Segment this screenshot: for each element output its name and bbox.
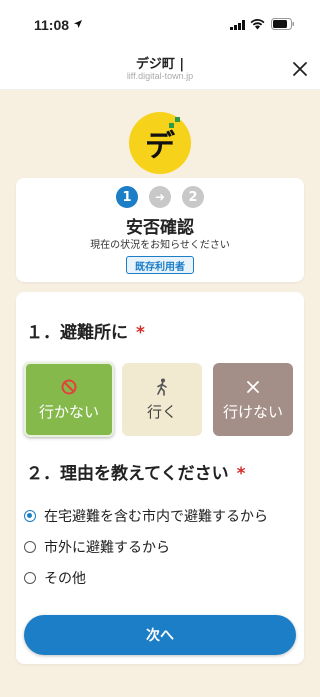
radio-label: 市外に避難するから <box>44 540 170 556</box>
radio-label: 在宅避難を含む市内で避難するから <box>44 509 268 525</box>
reason-option-other[interactable]: その他 <box>24 568 86 588</box>
radio-button[interactable] <box>24 510 36 522</box>
logo-dot <box>175 117 180 122</box>
choice-label: 行く <box>146 403 177 421</box>
status-bar: 11:08 <box>0 0 320 48</box>
nav-title: デジ町 | <box>135 57 185 72</box>
choice-cannot-go[interactable]: 行けない <box>213 363 293 436</box>
steps-card: 1 ➜ 2 安否確認 現在の状況をお知らせください 既存利用者 <box>16 178 304 282</box>
step-2-indicator: 2 <box>182 186 204 208</box>
page-title: 安否確認 <box>126 218 194 238</box>
next-button[interactable]: 次へ <box>24 615 296 655</box>
reason-option-outside-city[interactable]: 市外に避難するから <box>24 537 170 557</box>
required-mark: * <box>136 323 145 343</box>
status-time: 11:08 <box>34 17 70 33</box>
logo-dot <box>169 123 174 128</box>
reason-option-in-city[interactable]: 在宅避難を含む市内で避難するから <box>24 506 268 526</box>
app-logo: デ <box>129 112 191 174</box>
question-2-label: ２．理由を教えてください <box>26 464 229 484</box>
cellular-signal-icon <box>230 20 245 30</box>
nav-url: liff.digital-town.jp <box>126 71 194 81</box>
nav-bar: デジ町 | liff.digital-town.jp <box>0 48 320 90</box>
wifi-icon <box>250 19 265 30</box>
no-entry-icon <box>61 377 77 397</box>
step-1-indicator: 1 <box>116 186 138 208</box>
question-2-title: ２．理由を教えてください * <box>26 459 246 484</box>
step-arrow-icon: ➜ <box>149 186 171 208</box>
choice-not-going[interactable]: 行かない <box>24 362 114 437</box>
battery-icon <box>271 18 294 30</box>
cross-icon <box>246 377 260 397</box>
question-1-label: １．避難所に <box>26 323 128 343</box>
required-mark: * <box>236 464 246 484</box>
choice-going[interactable]: 行く <box>122 363 202 436</box>
close-icon[interactable] <box>290 59 310 79</box>
question-1-title: １．避難所に * <box>26 318 145 343</box>
location-arrow-icon <box>74 20 82 28</box>
radio-button[interactable] <box>24 572 36 584</box>
radio-label: その他 <box>44 571 86 587</box>
choice-label: 行けない <box>222 403 283 421</box>
radio-button[interactable] <box>24 541 36 553</box>
user-type-badge: 既存利用者 <box>126 256 194 274</box>
walking-person-icon <box>155 377 169 397</box>
page-subtitle: 現在の状況をお知らせください <box>90 240 230 251</box>
choice-label: 行かない <box>38 403 99 421</box>
